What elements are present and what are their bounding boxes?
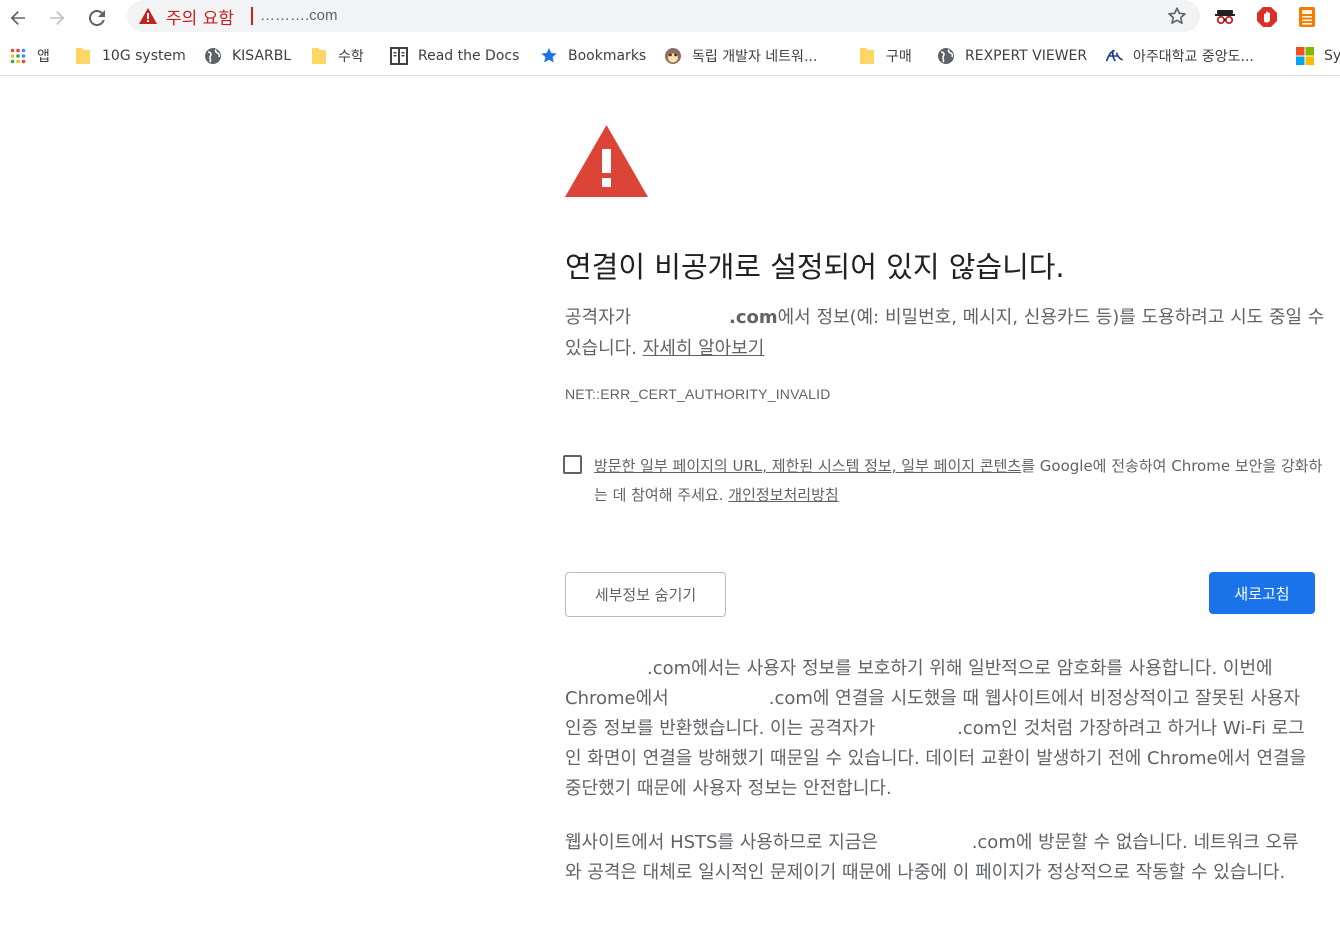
bookmark-star-icon[interactable] [1166,5,1188,27]
forward-button[interactable] [43,4,71,32]
bookmark-label: 수학 [338,49,364,65]
bookmark-label: 아주대학교 중앙도... [1133,49,1254,65]
bookmark-label: Bookmarks [568,48,647,64]
redacted-domain [883,838,972,848]
main-message: 공격자가 .com에서 정보(예: 비밀번호, 메시지, 신용카드 등)를 도용… [565,302,1325,364]
microsoft-logo-icon [1296,47,1314,65]
bookmark-label: 독립 개발자 네트워... [692,49,818,65]
redacted-domain [565,664,647,674]
bookmark-label: REXPERT VIEWER [965,48,1088,64]
optin-text: 방문한 일부 페이지의 URL, 제한된 시스템 정보, 일부 페이지 콘텐츠를… [594,452,1324,510]
safe-browsing-checkbox[interactable] [563,455,582,474]
learn-more-link[interactable]: 자세히 알아보기 [643,338,765,359]
bookmark-label: KISARBL [232,48,292,64]
bookmark-rexpert-viewer[interactable]: REXPERT VIEWER [937,44,1087,68]
hsts-paragraph: 웹사이트에서 HSTS를 사용하므로 지금은 .com에 방문할 수 없습니다.… [565,828,1315,888]
security-warning-icon[interactable] [139,8,157,24]
bookmark-sy[interactable]: Sy [1296,44,1340,68]
extended-reporting-link[interactable]: 방문한 일부 페이지의 URL, 제한된 시스템 정보, 일부 페이지 콘텐츠 [594,457,1021,475]
folder-icon [858,47,876,65]
hsts-text-a: 웹사이트에서 HSTS를 사용하므로 지금은 [565,832,878,853]
page-title: 연결이 비공개로 설정되어 있지 않습니다. [565,250,1065,284]
bookmark-label: Read the Docs [418,48,520,64]
globe-icon [937,47,955,65]
extension-adblock-button[interactable] [1255,5,1279,29]
book-icon [390,47,408,65]
privacy-policy-link[interactable]: 개인정보처리방침 [728,486,838,504]
bookmarks-bar: 앱 10G system KISARBL 수학 Read the Docs Bo… [0,38,1340,76]
url-text[interactable]: ……….com [260,7,338,24]
folder-icon [74,47,92,65]
bookmark-indie-dev-network[interactable]: 독립 개발자 네트워... [664,44,817,68]
redacted-domain [636,313,729,323]
folder-icon [310,47,328,65]
security-warning-triangle-icon [565,125,648,197]
bookmark-label: 앱 [37,49,50,65]
calculator-icon [1299,7,1315,27]
stop-hand-icon [1257,7,1277,27]
ajou-logo-icon [1105,47,1123,65]
apps-grid-icon [9,47,27,65]
reload-icon [88,9,105,26]
forward-arrow-icon [50,11,65,25]
back-arrow-icon [10,11,25,25]
extension-incognito-button[interactable] [1213,5,1237,29]
back-button[interactable] [4,4,32,32]
bookmark-10g-system[interactable]: 10G system [74,44,186,68]
security-status-label[interactable]: 주의 요함 [166,4,234,29]
spy-mask-icon [1215,10,1235,25]
bookmark-math[interactable]: 수학 [310,44,364,68]
details-paragraph: .com에서는 사용자 정보를 보호하기 위해 일반적으로 암호화를 사용합니다… [565,654,1315,804]
bookmark-label: Sy [1324,48,1340,64]
omnibox-divider [251,7,253,25]
bookmark-ajou-library[interactable]: 아주대학교 중앙도... [1105,44,1254,68]
star-icon [540,47,558,65]
bookmark-purchase[interactable]: 구매 [858,44,912,68]
bookmark-kisarbl[interactable]: KISARBL [204,44,291,68]
redacted-domain [668,694,769,704]
address-bar[interactable]: 주의 요함 ……….com [127,0,1200,32]
hide-details-button[interactable]: 세부정보 숨기기 [565,572,726,617]
bookmark-apps[interactable]: 앱 [9,44,50,68]
intro-prefix: 공격자가 [565,307,632,328]
globe-icon [204,47,222,65]
bookmark-bookmarks[interactable]: Bookmarks [540,44,646,68]
redacted-domain [875,724,958,734]
browser-toolbar: 주의 요함 ……….com [0,0,1340,36]
reload-button[interactable]: 새로고침 [1209,572,1315,614]
intro-domain: .com [728,307,778,328]
monkey-icon [664,47,682,65]
bookmark-read-the-docs[interactable]: Read the Docs [390,44,519,68]
bookmark-label: 10G system [102,48,186,64]
reload-toolbar-button[interactable] [83,4,111,32]
bookmark-label: 구매 [886,49,912,65]
extension-calculator-button[interactable] [1295,5,1319,29]
error-code: NET::ERR_CERT_AUTHORITY_INVALID [565,386,831,402]
